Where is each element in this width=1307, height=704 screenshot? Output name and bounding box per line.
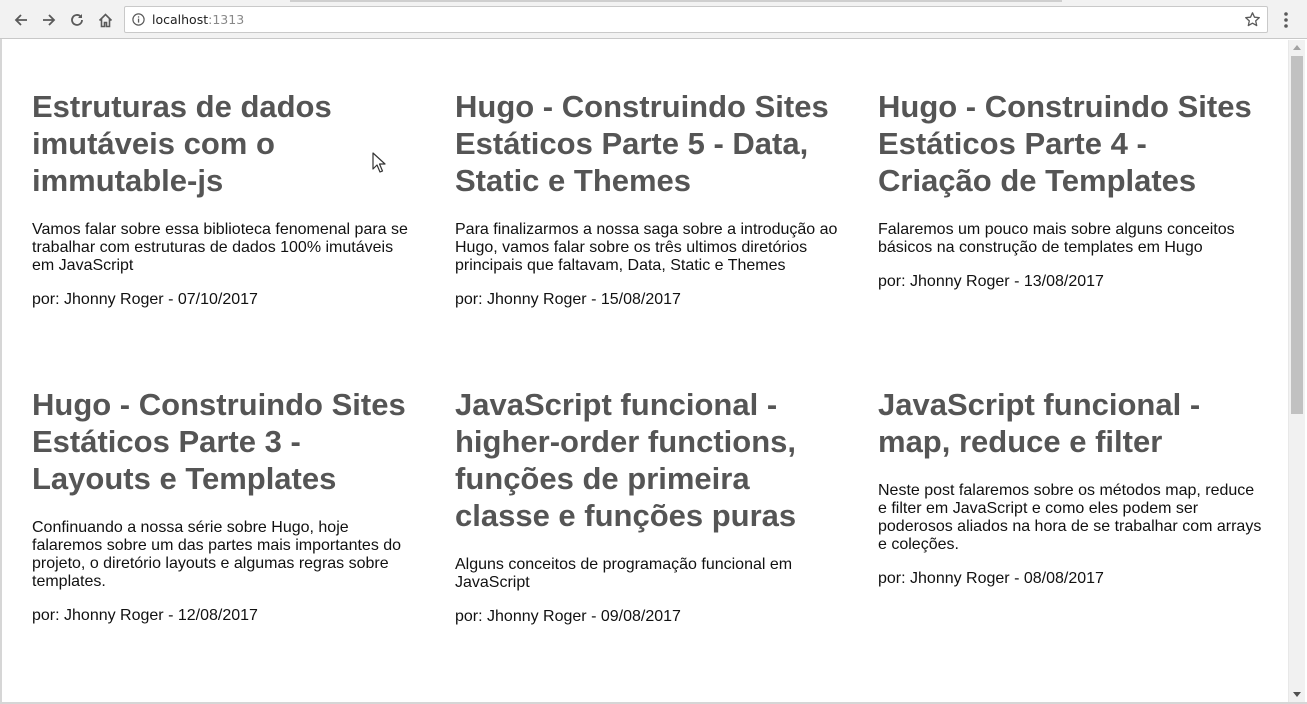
url-text[interactable]: localhost:1313 — [152, 12, 244, 28]
post-title[interactable]: Estruturas de dados imutáveis com o immu… — [32, 88, 417, 199]
address-bar[interactable]: localhost:1313 — [124, 6, 1268, 33]
post-meta: por: Jhonny Roger - 08/08/2017 — [878, 570, 1104, 587]
reload-icon — [71, 14, 83, 26]
scroll-up-arrow-icon[interactable] — [1293, 45, 1301, 50]
arrow-right-icon — [43, 14, 56, 26]
post-summary: Para finalizarmos a nossa saga sobre a i… — [455, 221, 838, 274]
home-button[interactable] — [94, 9, 116, 31]
post-summary: Falaremos um pouco mais sobre alguns con… — [878, 221, 1235, 256]
post-card: Hugo - Construindo Sites Estáticos Parte… — [878, 88, 1263, 291]
back-button[interactable] — [10, 9, 32, 31]
post-card: JavaScript funcional - map, reduce e fil… — [878, 386, 1263, 588]
post-title[interactable]: Hugo - Construindo Sites Estáticos Parte… — [455, 88, 840, 199]
post-title[interactable]: JavaScript funcional - map, reduce e fil… — [878, 386, 1263, 460]
post-title-link[interactable]: JavaScript funcional - higher-order func… — [455, 387, 796, 533]
home-icon — [98, 12, 112, 27]
post-card: Hugo - Construindo Sites Estáticos Parte… — [32, 386, 417, 625]
post-summary: Vamos falar sobre essa biblioteca fenome… — [32, 221, 408, 274]
post-title-link[interactable]: Hugo - Construindo Sites Estáticos Parte… — [455, 89, 829, 198]
post-card: Estruturas de dados imutáveis com o immu… — [32, 88, 417, 309]
vertical-scrollbar[interactable] — [1288, 40, 1305, 702]
post-title[interactable]: JavaScript funcional - higher-order func… — [455, 386, 840, 534]
reload-button[interactable] — [66, 9, 88, 31]
forward-button[interactable] — [38, 9, 60, 31]
scroll-down-arrow-icon[interactable] — [1293, 692, 1301, 697]
post-meta: por: Jhonny Roger - 12/08/2017 — [32, 607, 258, 624]
post-title-link[interactable]: Hugo - Construindo Sites Estáticos Parte… — [878, 89, 1252, 198]
kebab-menu-icon[interactable] — [1276, 9, 1296, 31]
post-summary: Confinuando a nossa série sobre Hugo, ho… — [32, 519, 402, 590]
post-title[interactable]: Hugo - Construindo Sites Estáticos Parte… — [32, 386, 417, 497]
arrow-left-icon — [14, 14, 27, 26]
star-icon[interactable] — [1244, 11, 1261, 28]
browser-toolbar: localhost:1313 — [0, 0, 1307, 39]
post-card: Hugo - Construindo Sites Estáticos Parte… — [455, 88, 840, 309]
post-card: JavaScript funcional - higher-order func… — [455, 386, 840, 626]
post-meta: por: Jhonny Roger - 13/08/2017 — [878, 273, 1104, 290]
post-summary: Neste post falaremos sobre os métodos ma… — [878, 482, 1262, 553]
post-meta: por: Jhonny Roger - 09/08/2017 — [455, 608, 681, 625]
post-title-link[interactable]: JavaScript funcional - map, reduce e fil… — [878, 387, 1200, 459]
info-icon[interactable] — [132, 13, 145, 26]
post-meta: por: Jhonny Roger - 07/10/2017 — [32, 291, 258, 308]
page-viewport: Estruturas de dados imutáveis com o immu… — [2, 40, 1288, 702]
post-title-link[interactable]: Estruturas de dados imutáveis com o immu… — [32, 89, 332, 198]
post-title[interactable]: Hugo - Construindo Sites Estáticos Parte… — [878, 88, 1263, 199]
post-title-link[interactable]: Hugo - Construindo Sites Estáticos Parte… — [32, 387, 406, 496]
tab-strip-edge — [290, 0, 1062, 2]
url-port: :1313 — [208, 12, 245, 27]
post-summary: Alguns conceitos de programação funciona… — [455, 556, 793, 591]
post-meta: por: Jhonny Roger - 15/08/2017 — [455, 291, 681, 308]
url-host: localhost — [152, 12, 209, 27]
scrollbar-thumb[interactable] — [1291, 56, 1303, 414]
